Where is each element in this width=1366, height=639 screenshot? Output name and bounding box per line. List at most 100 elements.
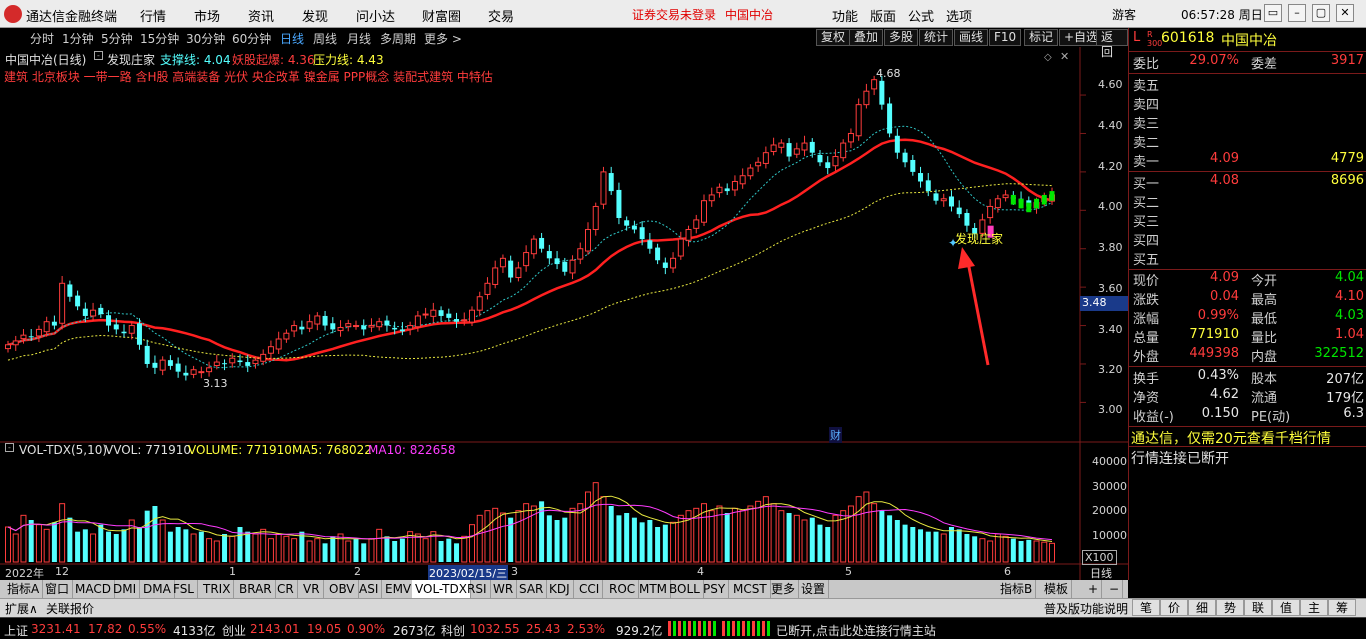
maximize-button[interactable]: ▢ (1312, 4, 1330, 22)
indicator-tab-14[interactable]: RSI (464, 580, 491, 598)
indicator-tab-16[interactable]: SAR (516, 580, 548, 598)
period-30min[interactable]: 30分钟 (186, 30, 225, 47)
mark-button[interactable]: 标记 (1024, 29, 1059, 46)
menu-jiaoyi[interactable]: 交易 (488, 6, 514, 25)
disconnect-message[interactable]: 已断开,点击此处连接行情主站 (776, 622, 936, 639)
indicator-tab-22[interactable]: PSY (700, 580, 730, 598)
menu-zixun[interactable]: 资讯 (248, 6, 274, 25)
indicator-tab-24[interactable]: 更多 (768, 580, 800, 598)
candle-body (585, 229, 591, 252)
market-breadth-bar (668, 621, 716, 636)
indicator-tab-6[interactable]: TRIX (200, 580, 235, 598)
tick-detail-icon[interactable]: 笔 (1132, 599, 1160, 616)
draw-line-button[interactable]: 画线 (954, 29, 989, 46)
menu-hangqing[interactable]: 行情 (140, 6, 166, 25)
menu-xuanxiang[interactable]: 选项 (946, 6, 972, 25)
template-tab[interactable]: 模板 (1041, 580, 1073, 598)
chips-icon[interactable]: 筹 (1328, 599, 1356, 616)
cy-index-label[interactable]: 创业 (222, 622, 246, 639)
close-button[interactable]: ✕ (1336, 4, 1354, 22)
price-table-icon[interactable]: 价 (1160, 599, 1188, 616)
candle-body (825, 162, 831, 169)
minimize-button[interactable]: – (1288, 4, 1306, 22)
period-15min[interactable]: 15分钟 (140, 30, 179, 47)
indicator-tab-9[interactable]: VR (300, 580, 324, 598)
period-60min[interactable]: 60分钟 (232, 30, 271, 47)
kc-index-label[interactable]: 科创 (441, 622, 465, 639)
indicator-tab-15[interactable]: WR (490, 580, 518, 598)
indicator-tab-19[interactable]: ROC (606, 580, 640, 598)
sell1-price[interactable]: 4.09 (1210, 151, 1239, 166)
trade-login-warning[interactable]: 证券交易未登录 (632, 6, 716, 23)
period-5min[interactable]: 5分钟 (101, 30, 133, 47)
f10-button[interactable]: F10 (989, 29, 1022, 46)
kline-chart[interactable]: ✦ (0, 47, 1128, 580)
restore-rights-button[interactable]: 复权 (816, 29, 851, 46)
indicator-tab-1[interactable]: 窗口 (42, 580, 74, 598)
finance-marker[interactable]: 财 (829, 427, 842, 443)
stat-label: 今开 (1251, 274, 1278, 289)
close-pane-icon[interactable]: ✕ (1060, 50, 1069, 63)
indicator-tab-23[interactable]: MCST (730, 580, 771, 598)
concept-tags[interactable]: 建筑 北京板块 一带一路 含H股 高端装备 光伏 央企改革 镍金属 PPP概念 … (4, 68, 493, 85)
statistics-button[interactable]: 统计 (919, 29, 954, 46)
indicator-tab-5[interactable]: FSL (170, 580, 198, 598)
indicator-tab-2[interactable]: MACD (72, 580, 115, 598)
menu-caifuquan[interactable]: 财富圈 (422, 6, 461, 25)
period-weekly[interactable]: 周线 (313, 30, 337, 47)
chart-area[interactable]: ✦ 中国中冶(日线) - 发现庄家 支撑线: 4.04 妖股起爆: 4.36 压… (0, 47, 1128, 581)
linked-icon[interactable]: 联 (1244, 599, 1272, 616)
indicator-tab-21[interactable]: BOLL (666, 580, 704, 598)
period-monthly[interactable]: 月线 (347, 30, 371, 47)
volume-bar (368, 538, 375, 563)
edition-help-button[interactable]: 普及版功能说明 (1044, 600, 1128, 617)
indicator-tab-11[interactable]: ASI (356, 580, 383, 598)
indicator-tab-18[interactable]: CCI (576, 580, 604, 598)
indicator-tab-10[interactable]: OBV (326, 580, 359, 598)
detail-icon[interactable]: 细 (1188, 599, 1216, 616)
menu-wenxiaoda[interactable]: 问小达 (356, 6, 395, 25)
menu-shichang[interactable]: 市场 (194, 6, 220, 25)
indicator-tab-3[interactable]: DMI (110, 580, 141, 598)
buy1-price[interactable]: 4.08 (1210, 173, 1239, 188)
menu-gongneng[interactable]: 功能 (832, 6, 858, 25)
remove-pane-button[interactable]: − (1106, 580, 1124, 598)
period-more[interactable]: 更多 > (424, 30, 462, 47)
collapse-icon[interactable]: - (94, 51, 103, 60)
indicator-tab-12[interactable]: EMV (382, 580, 416, 598)
menu-gongshi[interactable]: 公式 (908, 6, 934, 25)
stat-value: 771910 (1189, 327, 1239, 342)
add-pane-button[interactable]: + (1085, 580, 1103, 598)
back-button[interactable]: 返回 (1096, 29, 1128, 59)
overlay-button[interactable]: 叠加 (849, 29, 884, 46)
cycle-label[interactable]: 日线 (1090, 565, 1112, 581)
period-fenshi[interactable]: 分时 (30, 30, 54, 47)
vol-collapse-icon[interactable]: - (5, 443, 14, 452)
indicator-tab-7[interactable]: BRAR (236, 580, 276, 598)
menu-banmian[interactable]: 版面 (870, 6, 896, 25)
period-1min[interactable]: 1分钟 (62, 30, 94, 47)
promo-banner[interactable]: 通达信，仅需20元查看千档行情 (1131, 428, 1331, 448)
window-layout-icon[interactable]: ▭ (1264, 4, 1282, 22)
trend-icon[interactable]: 势 (1216, 599, 1244, 616)
weibi-value: 29.07% (1189, 53, 1239, 68)
main-force-icon[interactable]: 主 (1300, 599, 1328, 616)
indicator-tab-0[interactable]: 指标A (4, 580, 44, 598)
menu-faxian[interactable]: 发现 (302, 6, 328, 25)
indicator-tab-8[interactable]: CR (274, 580, 298, 598)
related-quote-button[interactable]: 关联报价 (46, 600, 94, 617)
volume-bar (832, 514, 839, 563)
indicator-tab-17[interactable]: KDJ (546, 580, 574, 598)
expand-button[interactable]: 扩展∧ (5, 600, 38, 617)
settings-icon[interactable]: ◇ (1044, 52, 1052, 63)
indicator-tab-13[interactable]: VOL-TDX (412, 580, 471, 598)
indicator-tab-25[interactable]: 设置 (798, 580, 830, 598)
indicator-b-tab[interactable]: 指标B (997, 580, 1037, 598)
multi-stock-button[interactable]: 多股 (884, 29, 919, 46)
period-daily[interactable]: 日线 (280, 30, 304, 47)
candle-body (608, 173, 614, 192)
value-icon[interactable]: 值 (1272, 599, 1300, 616)
sh-index-label[interactable]: 上证 (4, 622, 28, 639)
period-multi[interactable]: 多周期 (380, 30, 416, 47)
user-name[interactable]: 游客 (1112, 6, 1136, 23)
